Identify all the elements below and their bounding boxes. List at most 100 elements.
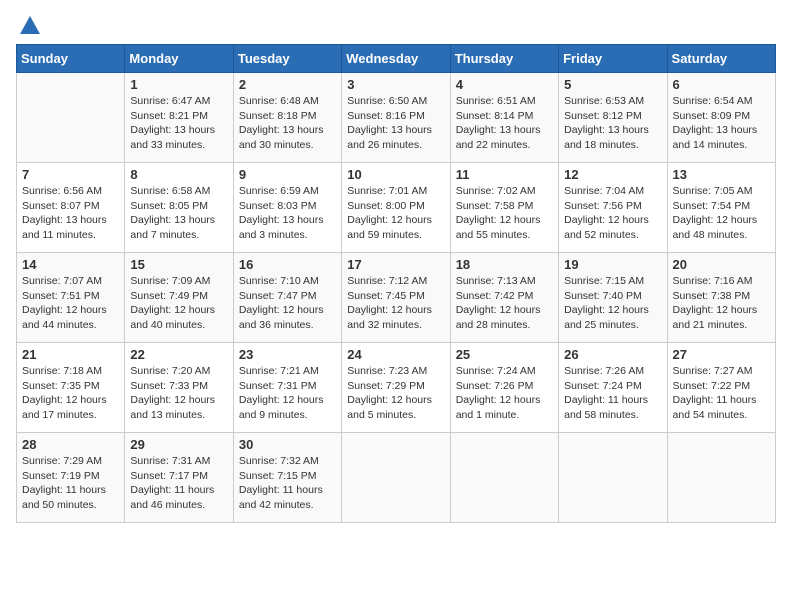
cell-line-0-6-2: Daylight: 13 hours (673, 124, 758, 136)
cell-line-1-6-1: Sunset: 7:54 PM (673, 200, 751, 212)
cell-line-0-4-1: Sunset: 8:14 PM (456, 110, 534, 122)
day-number-19: 19 (564, 257, 661, 272)
cell-3-4: 25Sunrise: 7:24 AMSunset: 7:26 PMDayligh… (450, 343, 558, 433)
day-number-4: 4 (456, 77, 553, 92)
cell-line-4-1-1: Sunset: 7:17 PM (130, 470, 208, 482)
cell-line-2-4-2: Daylight: 12 hours (456, 304, 541, 316)
cell-line-3-4-2: Daylight: 12 hours (456, 394, 541, 406)
cell-4-2: 30Sunrise: 7:32 AMSunset: 7:15 PMDayligh… (233, 433, 341, 523)
day-number-13: 13 (673, 167, 770, 182)
cell-0-6: 6Sunrise: 6:54 AMSunset: 8:09 PMDaylight… (667, 73, 775, 163)
cell-content-4-0: Sunrise: 7:29 AMSunset: 7:19 PMDaylight:… (22, 454, 119, 513)
cell-line-2-5-3: and 25 minutes. (564, 319, 639, 331)
cell-line-2-6-2: Daylight: 12 hours (673, 304, 758, 316)
cell-line-4-2-1: Sunset: 7:15 PM (239, 470, 317, 482)
cell-2-1: 15Sunrise: 7:09 AMSunset: 7:49 PMDayligh… (125, 253, 233, 343)
cell-line-3-3-2: Daylight: 12 hours (347, 394, 432, 406)
header-thursday: Thursday (450, 45, 558, 73)
cell-content-3-5: Sunrise: 7:26 AMSunset: 7:24 PMDaylight:… (564, 364, 661, 423)
cell-2-3: 17Sunrise: 7:12 AMSunset: 7:45 PMDayligh… (342, 253, 450, 343)
cell-line-0-1-3: and 33 minutes. (130, 139, 205, 151)
cell-line-0-5-0: Sunrise: 6:53 AM (564, 95, 644, 107)
cell-2-2: 16Sunrise: 7:10 AMSunset: 7:47 PMDayligh… (233, 253, 341, 343)
cell-3-3: 24 Sunrise: 7:23 AMSunset: 7:29 PMDayligh… (342, 343, 450, 433)
cell-2-5: 19Sunrise: 7:15 AMSunset: 7:40 PMDayligh… (559, 253, 667, 343)
header-saturday: Saturday (667, 45, 775, 73)
cell-0-1: 1Sunrise: 6:47 AMSunset: 8:21 PMDaylight… (125, 73, 233, 163)
cell-line-4-0-0: Sunrise: 7:29 AM (22, 455, 102, 467)
cell-content-2-4: Sunrise: 7:13 AM Sunset: 7:42 PM Daylight:… (456, 274, 553, 333)
cell-1-5: 12 Sunrise: 7:04 AMSunset: 7:56 PMDayligh… (559, 163, 667, 253)
cell-line-3-0-1: Sunset: 7:35 PM (22, 380, 100, 392)
cell-line-2-0-0: Sunrise: 7:07 AM (22, 275, 102, 287)
cell-line-1-2-2: Daylight: 13 hours (239, 214, 324, 226)
cell-content-1-4: Sunrise: 7:02 AMSunset: 7:58 PMDaylight:… (456, 184, 553, 243)
cell-line-4-1-2: Daylight: 11 hours (130, 484, 214, 496)
day-number-29: 29 (130, 437, 227, 452)
day-number-10: 10 (347, 167, 444, 182)
day-number-9: 9 (239, 167, 336, 182)
cell-2-0: 14Sunrise: 7:07 AMSunset: 7:51 PMDayligh… (17, 253, 125, 343)
cell-line-0-6-1: Sunset: 8:09 PM (673, 110, 751, 122)
cell-content-3-1: Sunrise: 7:20 AMSunset: 7:33 PMDaylight:… (130, 364, 227, 423)
cell-line-3-4-1: Sunset: 7:26 PM (456, 380, 534, 392)
cell-line-2-4-1: Sunset: 7:42 PM (456, 290, 534, 302)
cell-line-1-2-0: Sunrise: 6:59 AM (239, 185, 319, 197)
cell-line-1-5-2: Daylight: 12 hours (564, 214, 649, 226)
cell-line-1-3-3: and 59 minutes. (347, 229, 422, 241)
cell-line-2-4-0: Sunrise: 7:13 AM (456, 275, 536, 287)
cell-line-3-0-0: Sunrise: 7:18 AM (22, 365, 102, 377)
cell-content-1-3: Sunrise: 7:01 AMSunset: 8:00 PMDaylight:… (347, 184, 444, 243)
day-number-12: 12 (564, 167, 661, 182)
cell-1-6: 13Sunrise: 7:05 AMSunset: 7:54 PMDayligh… (667, 163, 775, 253)
cell-line-1-6-3: and 48 minutes. (673, 229, 748, 241)
cell-content-3-3: Sunrise: 7:23 AMSunset: 7:29 PMDaylight:… (347, 364, 444, 423)
cell-0-5: 5Sunrise: 6:53 AMSunset: 8:12 PMDaylight… (559, 73, 667, 163)
cell-line-1-1-3: and 7 minutes. (130, 229, 199, 241)
cell-content-3-2: Sunrise: 7:21 AMSunset: 7:31 PMDaylight:… (239, 364, 336, 423)
cell-line-0-5-3: and 18 minutes. (564, 139, 639, 151)
cell-line-2-1-1: Sunset: 7:49 PM (130, 290, 208, 302)
day-number-7: 7 (22, 167, 119, 182)
cell-line-2-1-3: and 40 minutes. (130, 319, 205, 331)
day-number-24: 24 (347, 347, 444, 362)
day-number-20: 20 (673, 257, 770, 272)
cell-line-2-2-0: Sunrise: 7:10 AM (239, 275, 319, 287)
cell-line-3-1-0: Sunrise: 7:20 AM (130, 365, 210, 377)
header-wednesday: Wednesday (342, 45, 450, 73)
cell-line-2-6-0: Sunrise: 7:16 AM (673, 275, 753, 287)
day-number-18: 18 (456, 257, 553, 272)
cell-line-1-3-1: Sunset: 8:00 PM (347, 200, 425, 212)
day-number-8: 8 (130, 167, 227, 182)
cell-line-0-3-2: Daylight: 13 hours (347, 124, 432, 136)
cell-line-3-5-0: Sunrise: 7:26 AM (564, 365, 644, 377)
cell-line-2-4-3: and 28 minutes. (456, 319, 531, 331)
cell-line-0-4-2: Daylight: 13 hours (456, 124, 541, 136)
day-number-3: 3 (347, 77, 444, 92)
cell-line-0-2-1: Sunset: 8:18 PM (239, 110, 317, 122)
cell-line-1-2-1: Sunset: 8:03 PM (239, 200, 317, 212)
calendar-table: SundayMondayTuesdayWednesdayThursdayFrid… (16, 44, 776, 523)
day-number-25: 25 (456, 347, 553, 362)
calendar-header-row: SundayMondayTuesdayWednesdayThursdayFrid… (17, 45, 776, 73)
cell-line-0-4-3: and 22 minutes. (456, 139, 531, 151)
cell-line-2-2-1: Sunset: 7:47 PM (239, 290, 317, 302)
cell-line-1-0-0: Sunrise: 6:56 AM (22, 185, 102, 197)
cell-line-2-2-2: Daylight: 12 hours (239, 304, 324, 316)
cell-line-3-6-0: Sunrise: 7:27 AM (673, 365, 753, 377)
week-row-1: 1Sunrise: 6:47 AMSunset: 8:21 PMDaylight… (17, 73, 776, 163)
cell-line-0-5-1: Sunset: 8:12 PM (564, 110, 642, 122)
day-number-30: 30 (239, 437, 336, 452)
cell-line-0-1-0: Sunrise: 6:47 AM (130, 95, 210, 107)
cell-line-3-2-3: and 9 minutes. (239, 409, 308, 421)
cell-3-0: 21Sunrise: 7:18 AMSunset: 7:35 PMDayligh… (17, 343, 125, 433)
cell-content-1-5: Sunrise: 7:04 AMSunset: 7:56 PMDaylight:… (564, 184, 661, 243)
cell-content-2-6: Sunrise: 7:16 AMSunset: 7:38 PMDaylight:… (673, 274, 770, 333)
cell-line-1-0-2: Daylight: 13 hours (22, 214, 107, 226)
cell-line-1-3-2: Daylight: 12 hours (347, 214, 432, 226)
day-number-2: 2 (239, 77, 336, 92)
cell-line-1-5-0: Sunrise: 7:04 AM (564, 185, 644, 197)
cell-1-1: 8Sunrise: 6:58 AMSunset: 8:05 PMDaylight… (125, 163, 233, 253)
cell-line-3-6-3: and 54 minutes. (673, 409, 748, 421)
cell-0-3: 3Sunrise: 6:50 AMSunset: 8:16 PMDaylight… (342, 73, 450, 163)
